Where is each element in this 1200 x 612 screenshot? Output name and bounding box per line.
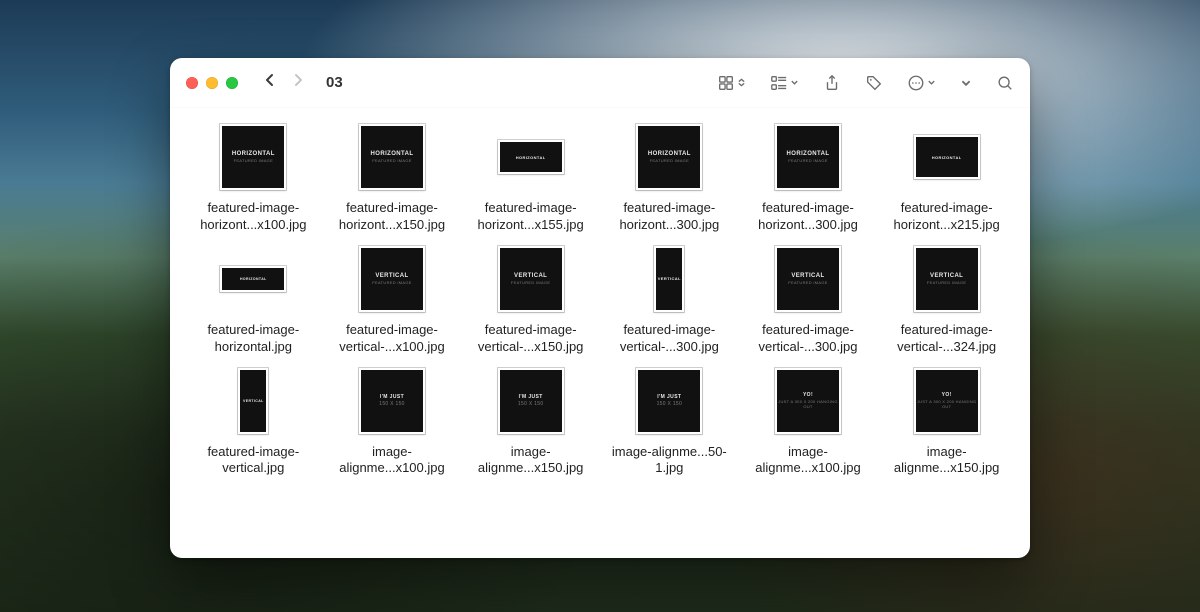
file-item[interactable]: YO!JUST A 300 X 200 HANGING OUT image-ali… xyxy=(743,364,874,478)
file-thumbnail: HORIZONTAL xyxy=(216,242,290,316)
file-name: featured-image-horizontal.jpg xyxy=(189,322,317,356)
file-item[interactable]: YO!JUST A 300 X 200 HANGING OUT image-ali… xyxy=(881,364,1012,478)
file-thumbnail: HORIZONTALFEATURED IMAGE xyxy=(216,120,290,194)
file-grid: HORIZONTALFEATURED IMAGE featured-image-h… xyxy=(170,108,1030,558)
file-name: featured-image-vertical-...300.jpg xyxy=(605,322,733,356)
file-thumbnail: HORIZONTALFEATURED IMAGE xyxy=(632,120,706,194)
nav-arrows xyxy=(262,72,306,93)
share-button[interactable] xyxy=(823,74,841,92)
more-button[interactable] xyxy=(907,74,936,92)
traffic-lights xyxy=(186,77,238,89)
group-button[interactable] xyxy=(770,74,799,92)
file-item[interactable]: VERTICALFEATURED IMAGE featured-image-ver… xyxy=(327,242,458,356)
file-item[interactable]: VERTICAL featured-image-vertical.jpg xyxy=(188,364,319,478)
file-item[interactable]: I'M JUST150 X 150 image-alignme...x150.jp… xyxy=(465,364,596,478)
file-thumbnail: HORIZONTAL xyxy=(494,120,568,194)
file-name: image-alignme...x100.jpg xyxy=(744,444,872,478)
view-grid-button[interactable] xyxy=(717,74,746,92)
forward-button[interactable] xyxy=(290,72,306,93)
file-name: image-alignme...50-1.jpg xyxy=(605,444,733,478)
file-thumbnail: VERTICALFEATURED IMAGE xyxy=(910,242,984,316)
file-name: featured-image-horizont...x150.jpg xyxy=(328,200,456,234)
minimize-button[interactable] xyxy=(206,77,218,89)
file-thumbnail: HORIZONTALFEATURED IMAGE xyxy=(355,120,429,194)
file-item[interactable]: I'M JUST150 X 150 image-alignme...x100.jp… xyxy=(327,364,458,478)
dropdown-button[interactable] xyxy=(960,77,972,89)
file-name: featured-image-vertical-...300.jpg xyxy=(744,322,872,356)
file-name: featured-image-horizont...x100.jpg xyxy=(189,200,317,234)
file-thumbnail: VERTICALFEATURED IMAGE xyxy=(771,242,845,316)
file-name: featured-image-horizont...300.jpg xyxy=(605,200,733,234)
file-thumbnail: VERTICAL xyxy=(632,242,706,316)
file-name: featured-image-vertical-...324.jpg xyxy=(883,322,1011,356)
file-item[interactable]: VERTICALFEATURED IMAGE featured-image-ver… xyxy=(465,242,596,356)
file-thumbnail: VERTICAL xyxy=(216,364,290,438)
file-item[interactable]: HORIZONTALFEATURED IMAGE featured-image-h… xyxy=(188,120,319,234)
zoom-button[interactable] xyxy=(226,77,238,89)
file-name: image-alignme...x150.jpg xyxy=(883,444,1011,478)
file-item[interactable]: I'M JUST150 X 150 image-alignme...50-1.jp… xyxy=(604,364,735,478)
file-item[interactable]: HORIZONTAL featured-image-horizont...x215… xyxy=(881,120,1012,234)
file-thumbnail: HORIZONTALFEATURED IMAGE xyxy=(771,120,845,194)
titlebar: 03 xyxy=(170,58,1030,108)
file-item[interactable]: HORIZONTAL featured-image-horizontal.jpg xyxy=(188,242,319,356)
file-item[interactable]: VERTICALFEATURED IMAGE featured-image-ver… xyxy=(743,242,874,356)
file-thumbnail: YO!JUST A 300 X 200 HANGING OUT xyxy=(771,364,845,438)
file-name: image-alignme...x100.jpg xyxy=(328,444,456,478)
file-item[interactable]: HORIZONTALFEATURED IMAGE featured-image-h… xyxy=(604,120,735,234)
tags-button[interactable] xyxy=(865,74,883,92)
folder-title: 03 xyxy=(326,74,343,91)
file-thumbnail: I'M JUST150 X 150 xyxy=(494,364,568,438)
file-name: image-alignme...x150.jpg xyxy=(467,444,595,478)
file-item[interactable]: HORIZONTALFEATURED IMAGE featured-image-h… xyxy=(327,120,458,234)
file-item[interactable]: VERTICALFEATURED IMAGE featured-image-ver… xyxy=(881,242,1012,356)
file-thumbnail: HORIZONTAL xyxy=(910,120,984,194)
file-name: featured-image-vertical-...x100.jpg xyxy=(328,322,456,356)
finder-window: 03 xyxy=(170,58,1030,558)
file-name: featured-image-horizont...x155.jpg xyxy=(467,200,595,234)
file-thumbnail: VERTICALFEATURED IMAGE xyxy=(494,242,568,316)
search-button[interactable] xyxy=(996,74,1014,92)
file-thumbnail: I'M JUST150 X 150 xyxy=(355,364,429,438)
file-name: featured-image-vertical-...x150.jpg xyxy=(467,322,595,356)
file-item[interactable]: VERTICAL featured-image-vertical-...300.j… xyxy=(604,242,735,356)
file-item[interactable]: HORIZONTALFEATURED IMAGE featured-image-h… xyxy=(743,120,874,234)
file-thumbnail: VERTICALFEATURED IMAGE xyxy=(355,242,429,316)
toolbar xyxy=(717,74,1014,92)
file-name: featured-image-horizont...300.jpg xyxy=(744,200,872,234)
file-thumbnail: I'M JUST150 X 150 xyxy=(632,364,706,438)
file-name: featured-image-horizont...x215.jpg xyxy=(883,200,1011,234)
file-name: featured-image-vertical.jpg xyxy=(189,444,317,478)
file-thumbnail: YO!JUST A 300 X 200 HANGING OUT xyxy=(910,364,984,438)
close-button[interactable] xyxy=(186,77,198,89)
back-button[interactable] xyxy=(262,72,278,93)
file-item[interactable]: HORIZONTAL featured-image-horizont...x155… xyxy=(465,120,596,234)
